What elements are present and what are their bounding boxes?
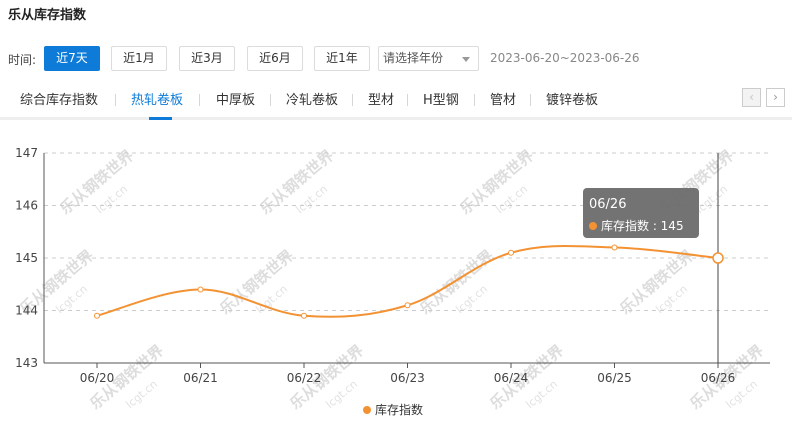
y-tick-label: 145: [15, 251, 38, 265]
tab-composite-index[interactable]: 综合库存指数: [20, 89, 98, 108]
x-tick-label: 06/24: [494, 371, 529, 385]
tab-divider: [352, 94, 353, 106]
date-range-text: 2023-06-20~2023-06-26: [490, 51, 640, 65]
tab-section-steel[interactable]: 型材: [368, 89, 394, 108]
data-point[interactable]: [611, 244, 618, 251]
tab-galvanized-coil[interactable]: 镀锌卷板: [546, 89, 598, 108]
range-1month-button[interactable]: 近1月: [111, 46, 167, 71]
range-3months-button[interactable]: 近3月: [179, 46, 235, 71]
range-1year-button[interactable]: 近1年: [314, 46, 370, 71]
tab-pipe[interactable]: 管材: [490, 89, 516, 108]
tooltip-series-label: 库存指数 : 145: [601, 218, 684, 233]
x-tick-label: 06/23: [390, 371, 425, 385]
tab-cold-rolled-coil[interactable]: 冷轧卷板: [286, 89, 338, 108]
legend-layer[interactable]: 库存指数: [363, 402, 423, 417]
x-tick-label: 06/25: [597, 371, 632, 385]
data-point[interactable]: [301, 312, 307, 319]
tab-h-beam[interactable]: H型钢: [423, 89, 459, 108]
tab-hot-rolled-coil[interactable]: 热轧卷板: [131, 89, 183, 108]
tab-medium-plate[interactable]: 中厚板: [216, 89, 255, 108]
legend-label[interactable]: 库存指数: [375, 402, 423, 417]
year-select-placeholder: 请选择年份: [383, 51, 444, 65]
y-tick-label: 147: [15, 146, 38, 160]
tab-divider: [530, 94, 531, 106]
tab-divider: [474, 94, 475, 106]
chevron-right-icon[interactable]: ›: [766, 88, 785, 107]
inventory-index-chart: 乐从钢铁世界 lcgt.cn 乐从钢铁世界 lcgt.cn 乐从钢铁世界 lcgt.cn 乐…: [0, 126, 792, 425]
range-7days-button[interactable]: 近7天: [44, 46, 100, 71]
tab-divider: [407, 94, 408, 106]
tab-divider: [199, 94, 200, 106]
tooltip-layer: 06/26 库存指数 : 145: [583, 188, 699, 238]
data-point[interactable]: [94, 312, 100, 319]
legend-marker[interactable]: [363, 406, 371, 414]
data-point[interactable]: [712, 252, 724, 264]
active-tab-indicator: [149, 117, 172, 120]
time-filter-bar: 时间: 近7天 近1月 近3月 近6月 近1年 请选择年份 2023-06-20…: [8, 46, 788, 72]
data-point[interactable]: [508, 249, 514, 256]
page-title: 乐从库存指数: [8, 8, 87, 23]
year-select[interactable]: 请选择年份: [378, 46, 479, 71]
x-tick-label: 06/20: [80, 371, 115, 385]
range-6months-button[interactable]: 近6月: [247, 46, 303, 71]
x-tick-label: 06/21: [183, 371, 218, 385]
category-tabs: 综合库存指数 热轧卷板 中厚板 冷轧卷板 型材 H型钢 管材 镀锌卷板: [0, 86, 792, 120]
y-tick-label: 144: [15, 304, 38, 318]
chevron-left-icon[interactable]: ‹: [742, 88, 761, 107]
caret-down-icon: [462, 57, 470, 62]
x-tick-label: 06/22: [287, 371, 322, 385]
tab-divider: [270, 94, 271, 106]
data-point[interactable]: [404, 302, 411, 309]
y-tick-label: 143: [15, 356, 38, 370]
time-filter-label: 时间:: [8, 53, 37, 67]
x-tick-label: 06/26: [701, 371, 736, 385]
tab-divider: [115, 94, 116, 106]
y-tick-label: 146: [15, 199, 38, 213]
chart-svg: 乐从钢铁世界lcgt.cn 乐从钢铁世界lcgt.cn 乐从钢铁世界lcgt.cn 乐…: [15, 146, 770, 417]
tooltip-series-dot: [589, 222, 597, 230]
grid-layer: 143 144 145 146 147: [15, 146, 770, 370]
tooltip-title: 06/26: [589, 197, 626, 212]
data-point[interactable]: [197, 286, 204, 293]
